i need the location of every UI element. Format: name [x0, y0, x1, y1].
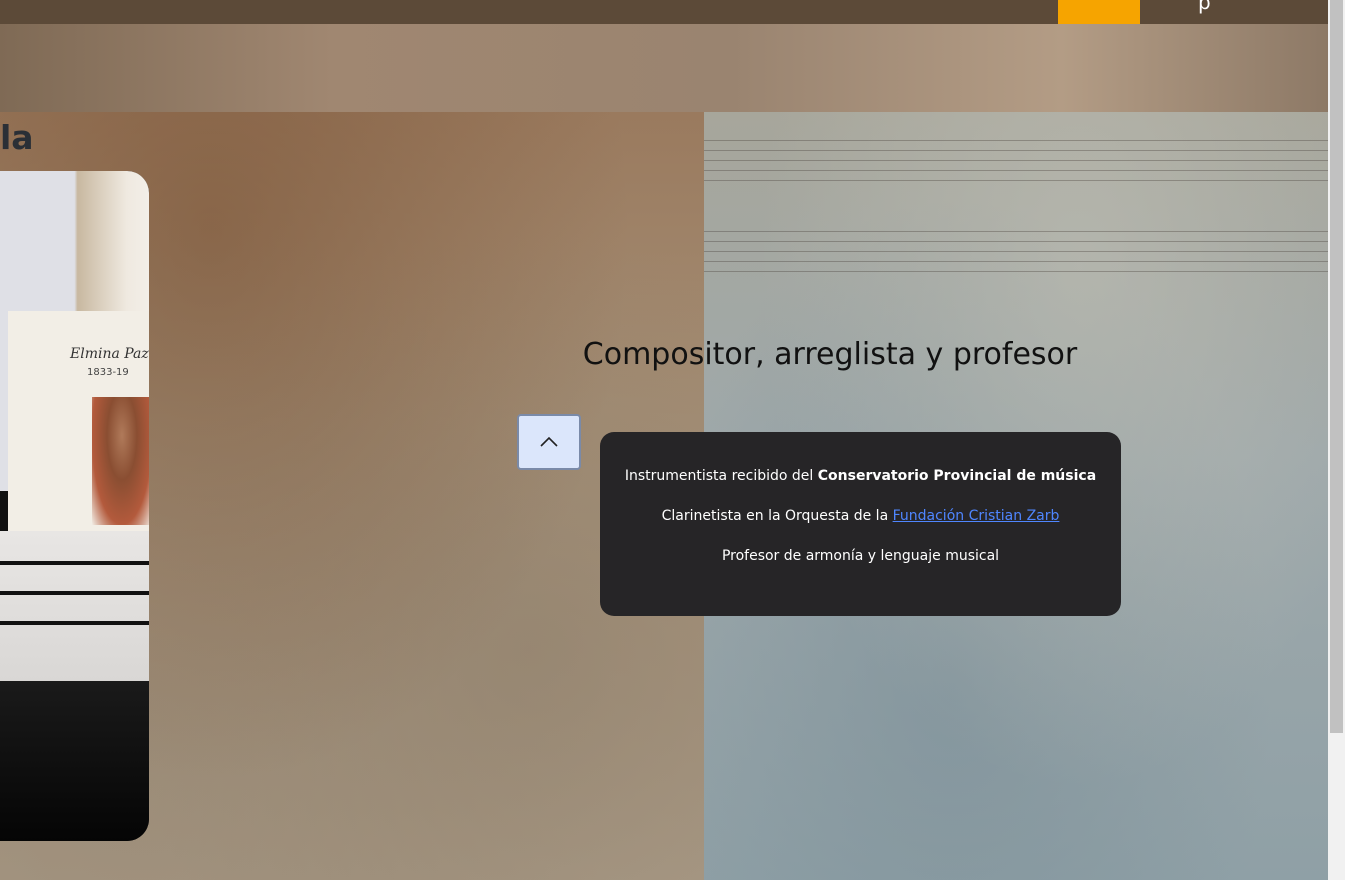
scrollbar-thumb[interactable] [1330, 0, 1343, 733]
music-stand-bars [0, 561, 149, 631]
info-line-orchestra: Clarinetista en la Orquesta de la Fundac… [600, 508, 1121, 524]
fundacion-link[interactable]: Fundación Cristian Zarb [893, 508, 1060, 524]
conservatorio-name: Conservatorio Provincial de música [817, 468, 1097, 484]
music-staff-decoration [704, 140, 1328, 281]
nav-item-label[interactable]: p [1198, 0, 1211, 14]
scroll-to-top-button[interactable] [517, 414, 581, 470]
info-line-education: Instrumentista recibido del Conservatori… [600, 468, 1121, 484]
poster-portrait [92, 397, 149, 525]
section-title: la [0, 118, 34, 157]
info-line-teaching: Profesor de armonía y lenguaje musical [721, 548, 1000, 564]
photo-shadow [0, 681, 149, 841]
orchestra-text: Clarinetista en la Orquesta de la [661, 508, 893, 524]
header-banner [0, 24, 1328, 112]
hero-title: Compositor, arreglista y profesor [582, 337, 1078, 372]
musician-photo: Elmina Paz 1833-19 [0, 171, 149, 841]
poster-name: Elmina Paz [70, 346, 149, 362]
poster-years: 1833-19 [87, 367, 129, 378]
info-card: Instrumentista recibido del Conservatori… [600, 432, 1121, 616]
education-text: Instrumentista recibido del [624, 468, 818, 484]
chevron-up-icon [540, 436, 558, 447]
nav-active-item[interactable] [1058, 0, 1140, 24]
